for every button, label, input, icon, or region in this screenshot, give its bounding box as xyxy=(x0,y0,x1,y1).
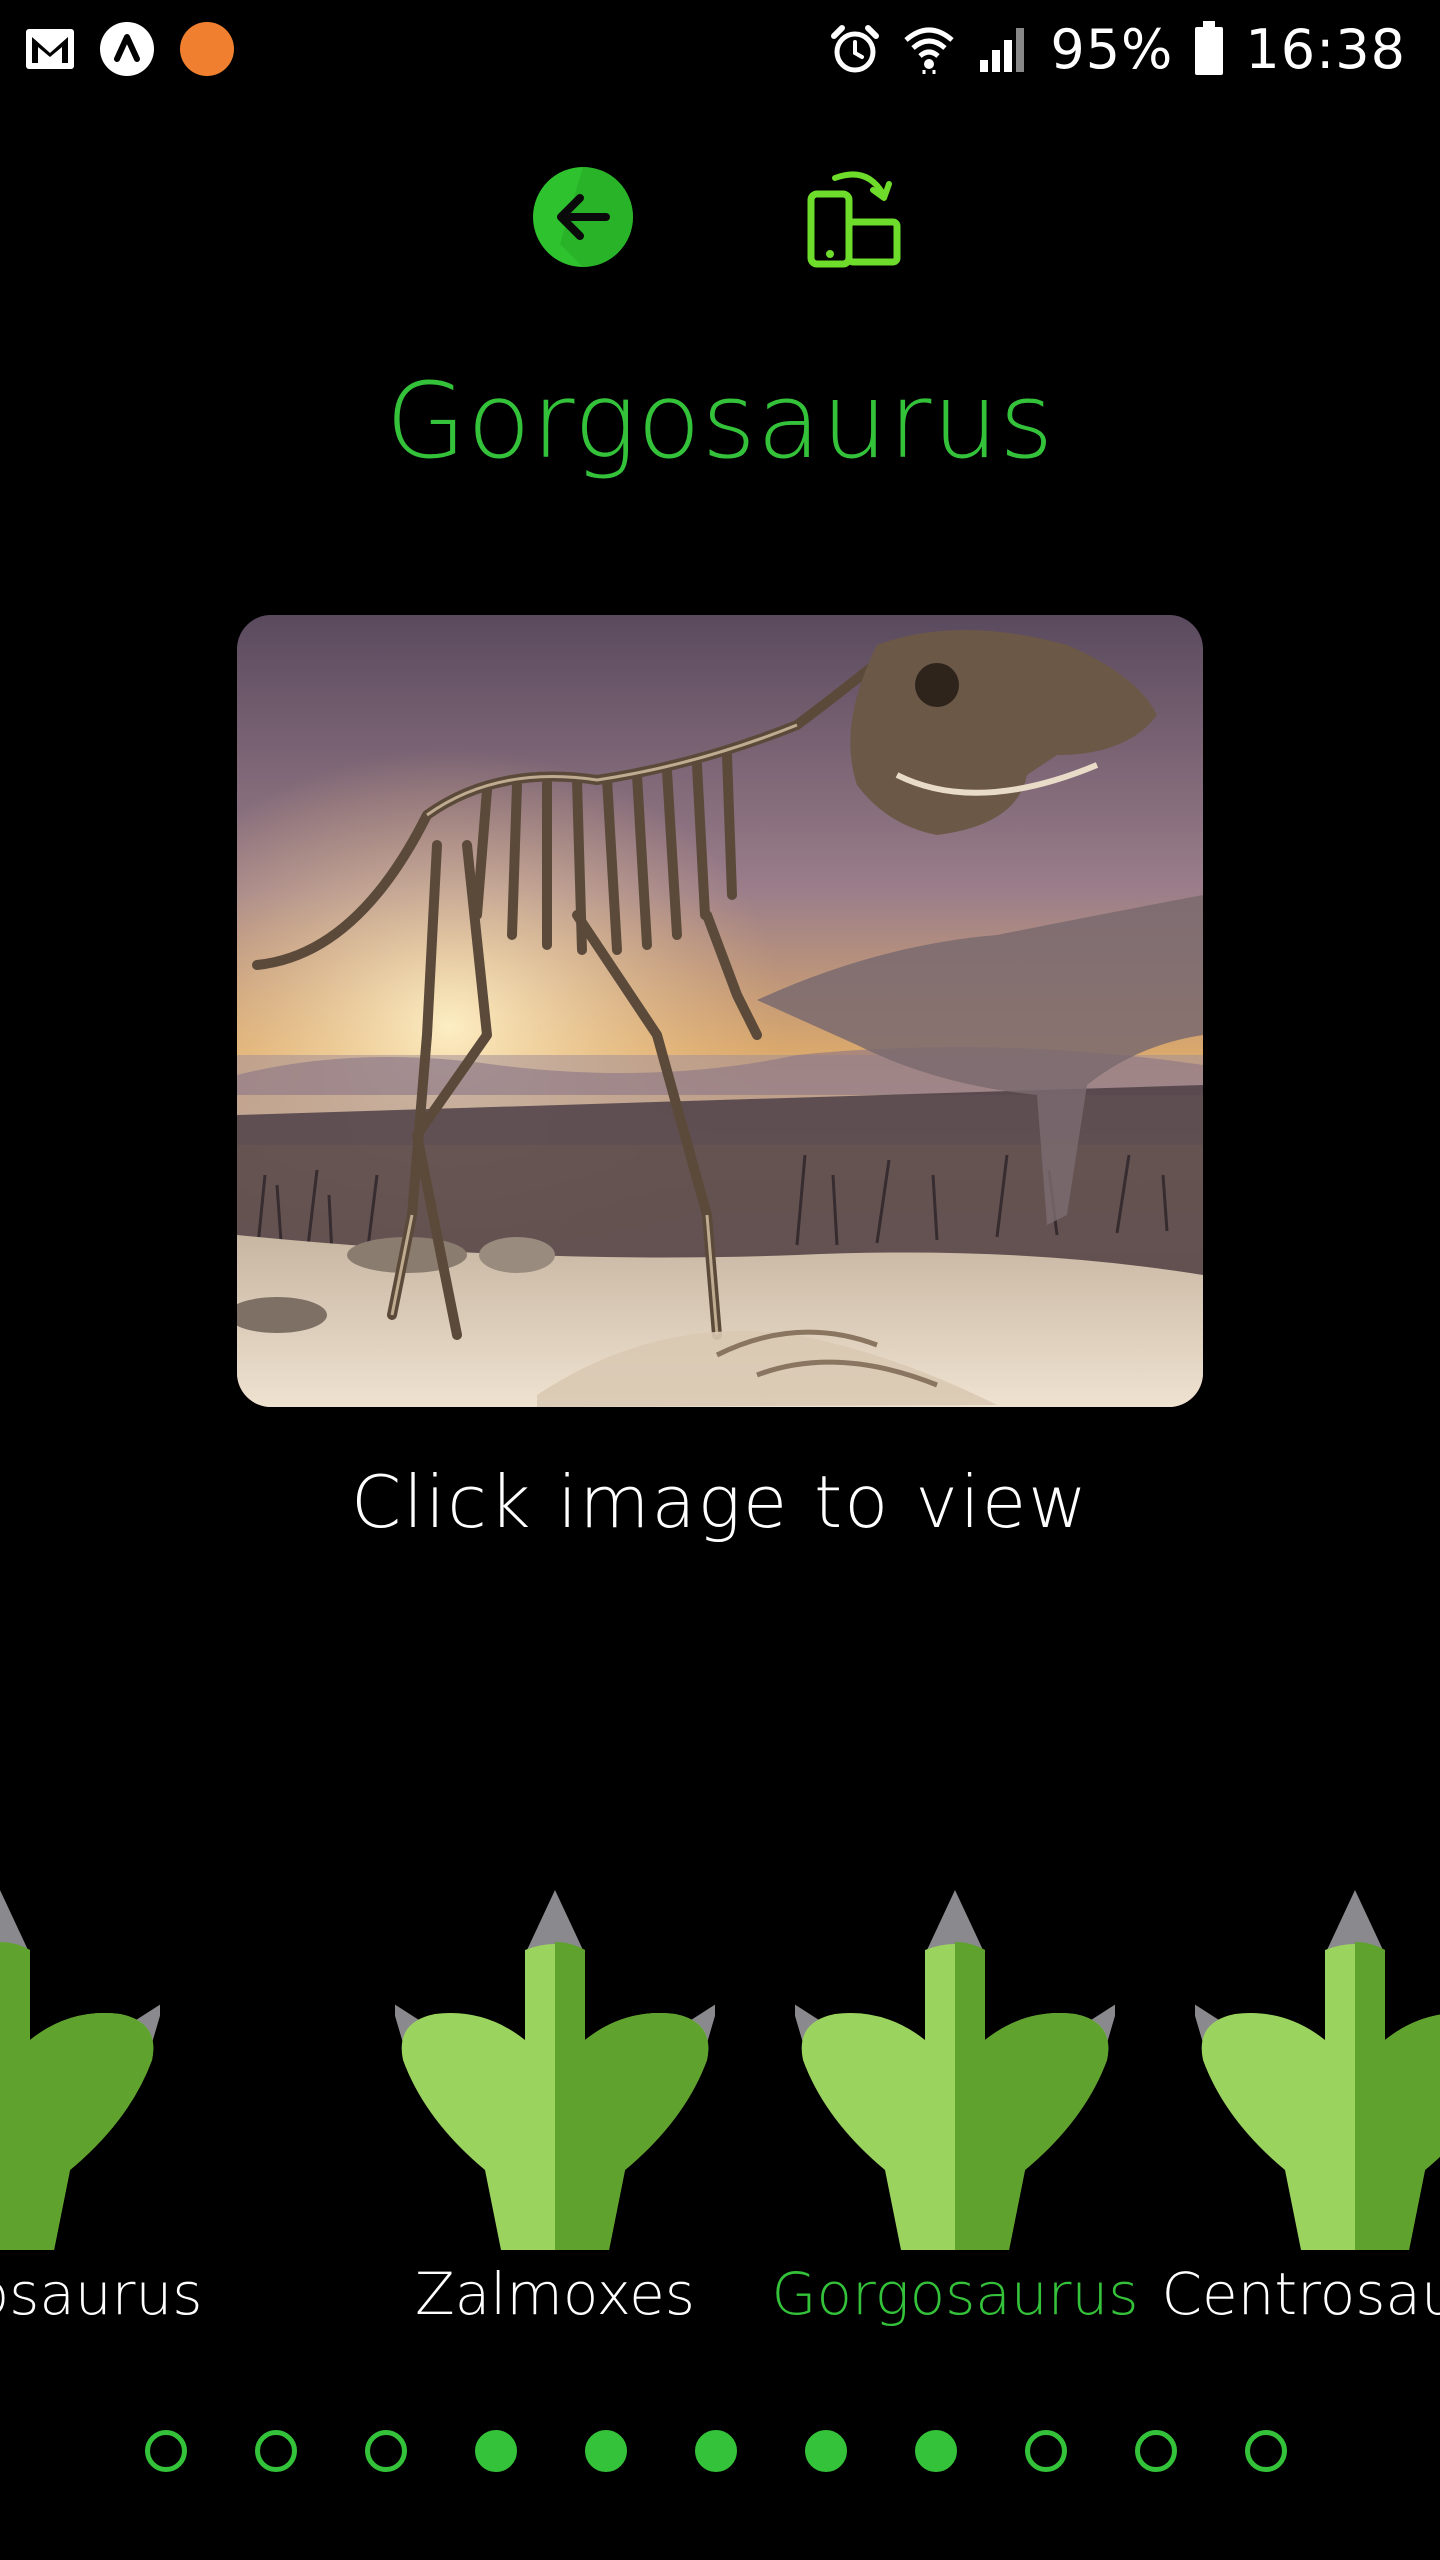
page-dot[interactable] xyxy=(585,2430,627,2472)
signal-icon xyxy=(980,28,1025,72)
page-dot[interactable] xyxy=(695,2430,737,2472)
battery-percent: 95% xyxy=(1050,17,1174,81)
dinosaur-foot-icon xyxy=(0,1890,160,2250)
page-dot[interactable] xyxy=(475,2430,517,2472)
carousel-item-alachiosaurus[interactable]: Alachiosaurus xyxy=(0,1880,202,2350)
top-toolbar xyxy=(0,150,1440,290)
clock-time: 16:38 xyxy=(1245,17,1406,81)
alarm-icon xyxy=(831,25,880,73)
dinosaur-image[interactable] xyxy=(237,615,1203,1407)
page-indicator xyxy=(0,2430,1440,2490)
wifi-icon xyxy=(904,27,954,74)
status-bar: 95% 16:38 xyxy=(0,0,1440,96)
screen-rotation-icon xyxy=(807,171,901,268)
page-dot[interactable] xyxy=(365,2430,407,2472)
status-bar-left xyxy=(24,20,236,78)
page-dot[interactable] xyxy=(255,2430,297,2472)
page-dot[interactable] xyxy=(145,2430,187,2472)
notification-dot-icon xyxy=(180,22,234,76)
rotate-screen-button[interactable] xyxy=(805,164,905,274)
gmail-icon xyxy=(26,29,74,69)
status-bar-right: 95% 16:38 xyxy=(828,14,1406,84)
dinosaur-foot-icon xyxy=(395,1890,715,2250)
dinosaur-carousel: Alachiosaurus Zalmoxes Gorgosaurus Centr… xyxy=(0,1880,1440,2350)
page-dot[interactable] xyxy=(1135,2430,1177,2472)
carousel-item-label: Alachiosaurus xyxy=(0,2260,203,2328)
view-image-hint: Click image to view xyxy=(350,1460,1090,1544)
app-icon xyxy=(100,22,154,76)
dinosaur-foot-icon xyxy=(1195,1890,1440,2250)
arrow-left-icon xyxy=(533,167,633,267)
dinosaur-title: Gorgosaurus xyxy=(385,360,1055,482)
dinosaur-foot-icon xyxy=(795,1890,1115,2250)
page-dot[interactable] xyxy=(1025,2430,1067,2472)
page-dot[interactable] xyxy=(915,2430,957,2472)
page-dot[interactable] xyxy=(805,2430,847,2472)
carousel-item-centrosaurus[interactable]: Centrosaurus xyxy=(1155,1880,1440,2350)
page-dot[interactable] xyxy=(1245,2430,1287,2472)
carousel-item-label: Centrosaurus xyxy=(1161,2260,1440,2328)
battery-icon xyxy=(1195,21,1224,75)
app-screen: 95% 16:38 Gorgosaurus Click image to vie… xyxy=(0,0,1440,2560)
skeleton-photo xyxy=(237,615,1203,1407)
back-button[interactable] xyxy=(530,164,636,270)
